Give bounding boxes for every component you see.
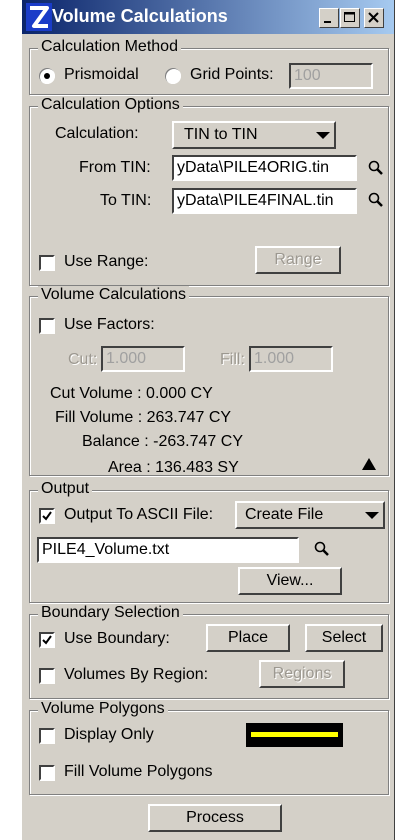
calculation-dropdown[interactable]: TIN to TIN — [172, 121, 336, 149]
use-factors-checkbox[interactable] — [39, 318, 55, 334]
volume-polygons-legend: Volume Polygons — [38, 700, 168, 718]
output-ascii-label: Output To ASCII File: — [64, 506, 214, 523]
from-tin-label: From TIN: — [79, 159, 151, 176]
symbology-swatch[interactable] — [246, 723, 343, 747]
from-tin-field[interactable]: yData\PILE4ORIG.tin — [172, 155, 357, 181]
boundary-selection-legend: Boundary Selection — [38, 604, 183, 622]
search-icon[interactable] — [367, 159, 385, 177]
use-range-label: Use Range: — [64, 253, 149, 270]
display-only-label: Display Only — [64, 726, 154, 743]
prismoidal-radio[interactable] — [39, 68, 55, 84]
volume-polygons-group: Volume Polygons Display Only Fill Volume… — [29, 700, 389, 795]
maximize-icon — [344, 12, 355, 22]
output-file-field[interactable]: PILE4_Volume.txt — [37, 537, 299, 563]
fill-volume-polygons-checkbox[interactable] — [39, 765, 55, 781]
to-tin-field[interactable]: yData\PILE4FINAL.tin — [172, 188, 357, 214]
boundary-selection-group: Boundary Selection Use Boundary: Place S… — [29, 604, 389, 699]
close-icon — [368, 12, 379, 23]
volume-calculations-group: Volume Calculations Use Factors: Cut: 1.… — [29, 286, 389, 476]
output-legend: Output — [38, 480, 93, 498]
grid-points-label: Grid Points: — [190, 66, 274, 83]
yellow-line-icon — [251, 732, 338, 737]
use-boundary-label: Use Boundary: — [64, 630, 170, 647]
cut-label: Cut: — [68, 351, 98, 368]
cut-factor-field[interactable]: 1.000 — [101, 346, 185, 372]
app-icon — [26, 3, 52, 31]
volume-calculations-legend: Volume Calculations — [38, 286, 189, 304]
grid-points-field[interactable]: 100 — [289, 63, 373, 89]
minimize-button[interactable] — [319, 8, 339, 28]
view-button[interactable]: View... — [238, 567, 342, 595]
cut-volume-value: Cut Volume : 0.000 CY — [50, 385, 213, 402]
place-button[interactable]: Place — [206, 624, 290, 652]
output-ascii-checkbox[interactable] — [39, 508, 55, 524]
calculation-dropdown-value: TIN to TIN — [184, 126, 258, 143]
use-factors-label: Use Factors: — [64, 316, 155, 333]
process-button[interactable]: Process — [148, 804, 282, 832]
prismoidal-label: Prismoidal — [64, 66, 139, 83]
output-mode-dropdown[interactable]: Create File — [235, 501, 385, 529]
fill-label: Fill: — [220, 351, 245, 368]
maximize-button[interactable] — [340, 8, 360, 28]
chevron-down-icon — [365, 512, 379, 519]
display-only-checkbox[interactable] — [39, 728, 55, 744]
regions-button[interactable]: Regions — [259, 660, 345, 688]
calculation-options-group: Calculation Options Calculation: TIN to … — [29, 96, 389, 286]
use-boundary-checkbox[interactable] — [39, 632, 55, 648]
range-button[interactable]: Range — [255, 246, 341, 274]
grid-points-radio[interactable] — [165, 68, 181, 84]
window-title: Volume Calculations — [52, 6, 228, 26]
to-tin-label: To TIN: — [100, 192, 152, 209]
close-button[interactable] — [364, 8, 384, 28]
calculation-method-legend: Calculation Method — [38, 38, 181, 56]
area-value: Area : 136.483 SY — [108, 459, 239, 476]
select-button[interactable]: Select — [305, 624, 383, 652]
fill-factor-field[interactable]: 1.000 — [249, 346, 333, 372]
fill-volume-polygons-label: Fill Volume Polygons — [64, 763, 213, 780]
use-range-checkbox[interactable] — [39, 255, 55, 271]
calculation-label: Calculation: — [55, 125, 139, 142]
output-mode-value: Create File — [245, 506, 324, 523]
output-group: Output Output To ASCII File: Create File… — [29, 480, 389, 603]
calculation-options-legend: Calculation Options — [38, 96, 183, 114]
checkmark-icon — [42, 635, 52, 645]
title-bar[interactable]: Volume Calculations — [22, 0, 394, 34]
collapse-arrow-icon[interactable] — [361, 457, 377, 471]
balance-value: Balance : -263.747 CY — [82, 433, 243, 450]
fill-volume-value: Fill Volume : 263.747 CY — [55, 409, 232, 426]
minimize-icon — [324, 21, 331, 23]
search-icon[interactable] — [367, 191, 385, 209]
volume-calculations-window: Volume Calculations Calculation Method P… — [21, 0, 395, 840]
volumes-by-region-checkbox[interactable] — [39, 668, 55, 684]
checkmark-icon — [42, 511, 52, 521]
chevron-down-icon — [316, 132, 330, 139]
calculation-method-group: Calculation Method Prismoidal Grid Point… — [29, 38, 389, 95]
search-icon[interactable] — [313, 540, 331, 558]
volumes-by-region-label: Volumes By Region: — [64, 666, 209, 683]
